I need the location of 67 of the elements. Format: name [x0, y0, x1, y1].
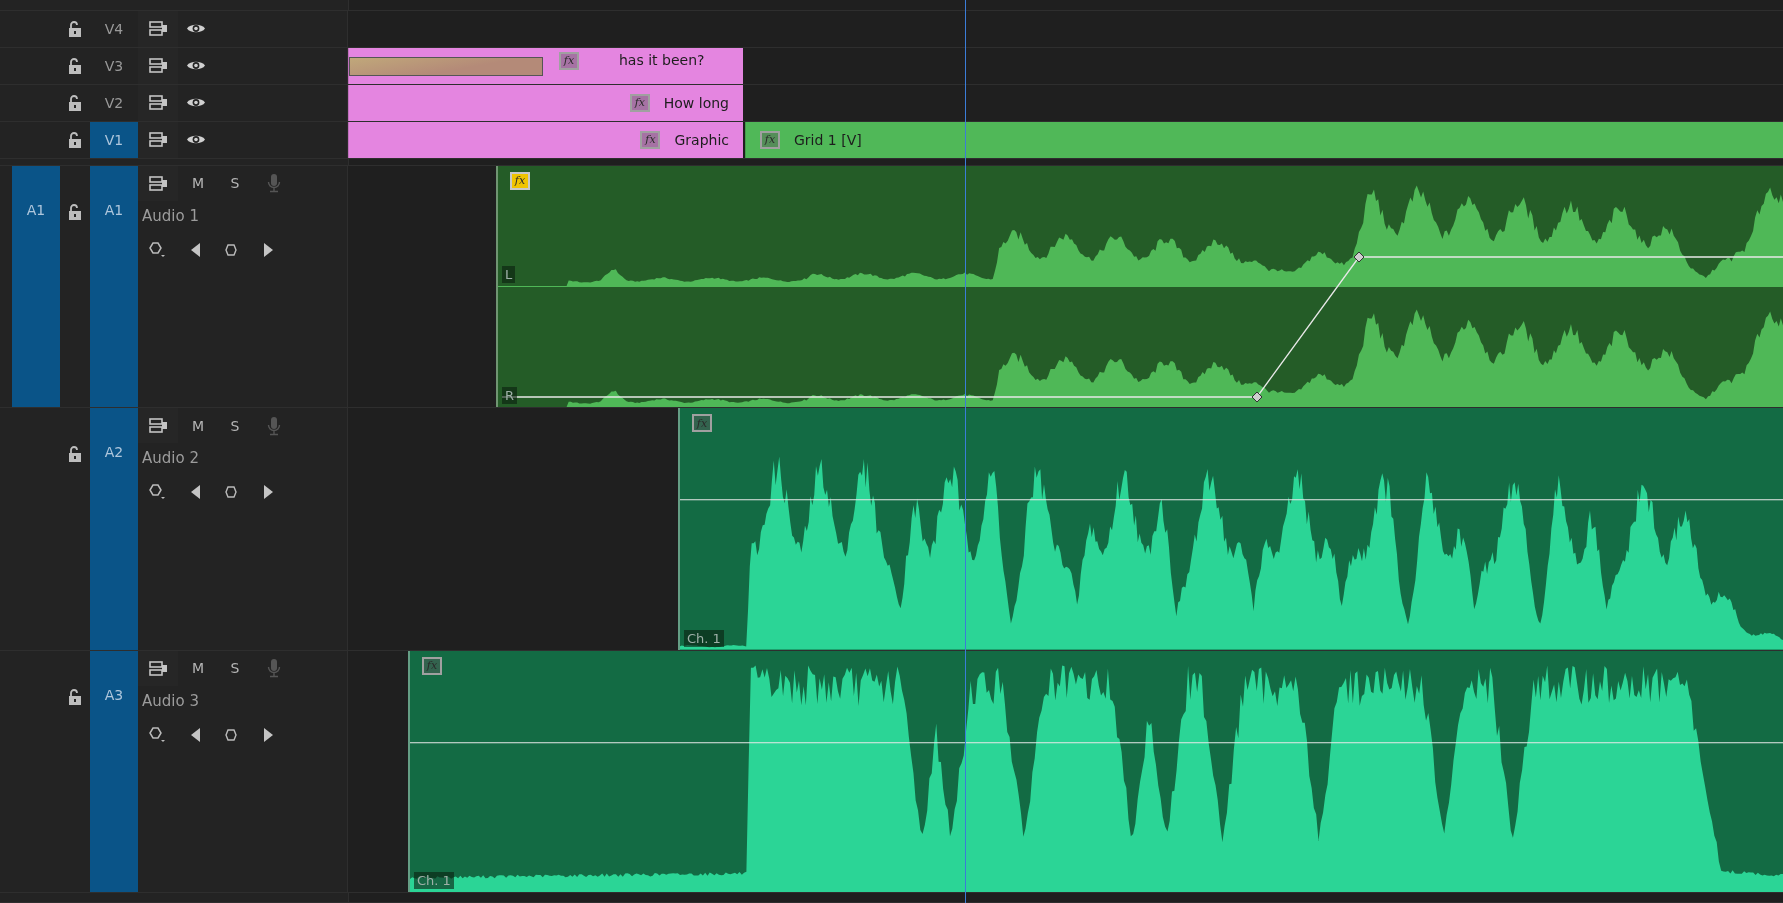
solo-button[interactable]: S — [218, 165, 252, 201]
hexagon-caret-icon — [149, 483, 167, 502]
fx-badge[interactable]: fx — [629, 93, 650, 112]
fx-badge[interactable]: fx — [510, 171, 530, 190]
clip-name: How long — [663, 94, 729, 111]
channel-label: L — [502, 265, 516, 283]
solo-button[interactable]: S — [218, 408, 252, 444]
lock-icon[interactable] — [68, 688, 82, 705]
source-patch[interactable]: A1 — [12, 165, 60, 408]
timeline-clip[interactable]: fx How long — [348, 84, 743, 121]
timeline-clip[interactable]: fx Graphic — [348, 121, 743, 158]
mute-button[interactable]: M — [178, 165, 218, 201]
clip-name: Grid 1 [V] — [794, 131, 862, 148]
microphone-icon — [267, 415, 281, 436]
fx-badge[interactable]: fx — [640, 130, 661, 149]
timeline-clip[interactable]: fx Grid 1 [V] — [745, 121, 1783, 158]
hexagon-caret-icon — [149, 725, 167, 744]
hexagon-icon — [225, 486, 237, 499]
right-triangle-icon — [263, 485, 273, 500]
track-target[interactable]: V2 — [90, 84, 138, 121]
clip-name: has it been? — [619, 51, 705, 68]
hexagon-caret-icon — [149, 240, 167, 259]
stacked-bars-icon — [148, 95, 168, 111]
solo-button[interactable]: S — [218, 650, 252, 686]
mute-button[interactable]: M — [178, 408, 218, 444]
track-name: Audio 1 — [142, 206, 200, 225]
stacked-bars-icon — [148, 418, 168, 434]
stacked-bars-icon — [148, 175, 168, 191]
track-target[interactable]: A1 — [90, 165, 138, 408]
stacked-bars-icon — [148, 21, 168, 37]
right-triangle-icon — [263, 242, 273, 257]
lock-icon[interactable] — [68, 57, 82, 74]
left-triangle-icon — [191, 727, 201, 742]
track-target[interactable]: A3 — [90, 650, 138, 892]
hexagon-icon — [225, 243, 237, 256]
lock-icon[interactable] — [68, 20, 82, 37]
stacked-bars-icon — [148, 660, 168, 676]
track-name: Audio 2 — [142, 449, 200, 468]
clip-name: Graphic — [674, 131, 729, 148]
volume-keyframe-drawing[interactable] — [501, 251, 1783, 403]
channel-label: Ch. 1 — [414, 872, 454, 889]
timeline-clip[interactable]: fx has it been? — [348, 47, 743, 84]
track-target[interactable]: V1 — [90, 121, 138, 158]
audio-clip[interactable]: fx L R — [496, 165, 1783, 408]
fx-badge[interactable]: fx — [760, 130, 780, 149]
microphone-icon — [267, 658, 281, 679]
hexagon-icon — [225, 728, 237, 741]
volume-line[interactable] — [410, 741, 1783, 743]
channel-label: R — [502, 387, 518, 405]
lock-icon[interactable] — [68, 131, 82, 148]
lock-icon[interactable] — [68, 94, 82, 111]
track-name: Audio 3 — [142, 691, 200, 710]
lock-icon[interactable] — [68, 203, 82, 220]
left-triangle-icon — [191, 242, 201, 257]
mute-button[interactable]: M — [178, 650, 218, 686]
stacked-bars-icon — [148, 132, 168, 148]
lock-icon[interactable] — [68, 446, 82, 463]
right-triangle-icon — [263, 727, 273, 742]
track-target[interactable]: V4 — [90, 11, 138, 47]
track-target[interactable]: A2 — [90, 408, 138, 650]
track-target[interactable]: V3 — [90, 47, 138, 84]
volume-line[interactable] — [680, 499, 1783, 501]
fx-badge[interactable]: fx — [559, 51, 579, 70]
left-triangle-icon — [191, 485, 201, 500]
microphone-icon — [267, 173, 281, 194]
channel-label: Ch. 1 — [684, 629, 724, 647]
stacked-bars-icon — [148, 58, 168, 74]
